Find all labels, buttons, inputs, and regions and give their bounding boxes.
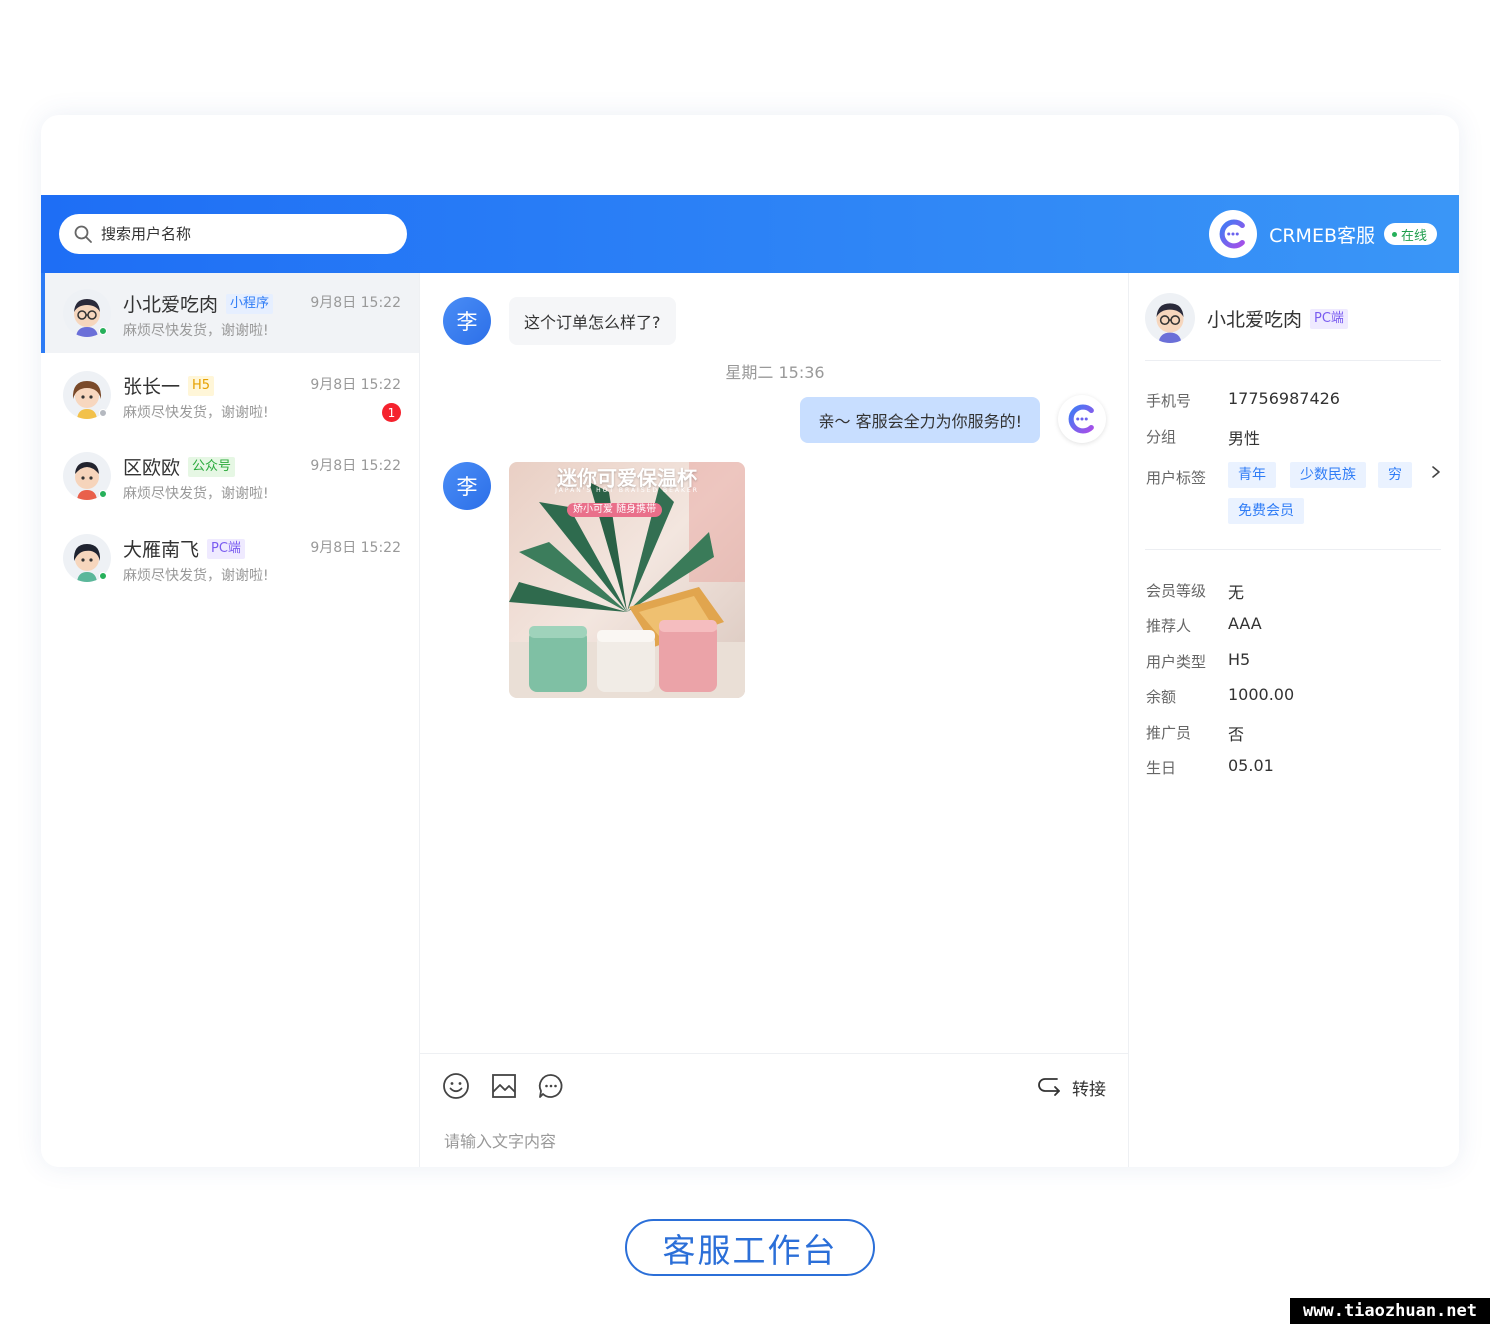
user-name: 区欧欧: [123, 457, 181, 479]
message-time: 9月8日 15:22: [310, 458, 401, 474]
balance-label: 余额: [1146, 688, 1177, 706]
crmeb-logo-icon: [1209, 210, 1258, 258]
chat-panel: 李 这个订单怎么样了? 星期二 15:36 亲～ 客服会全力为你服务的! 李 迷…: [419, 273, 1130, 1167]
image-tag: 娇小可爱 随身携带: [567, 503, 663, 517]
outgoing-message: 亲～ 客服会全力为你服务的!: [800, 397, 1040, 443]
message-time: 9月8日 15:22: [310, 377, 401, 393]
referrer-label: 推荐人: [1146, 617, 1192, 635]
workbench-window: CRMEB客服 在线 小北爱吃肉小程序 麻烦尽快发货，谢谢啦! 9月8日 15:…: [41, 115, 1459, 1167]
level-label: 会员等级: [1146, 582, 1207, 600]
birthday-value: 05.01: [1228, 756, 1274, 775]
profile-user-name: 小北爱吃肉: [1207, 309, 1303, 331]
emoji-icon[interactable]: [442, 1072, 470, 1100]
source-tag: 小程序: [226, 293, 274, 314]
conversation-name: 区欧欧 公众号: [123, 453, 236, 480]
message-composer: 转接: [420, 1053, 1130, 1167]
promoter-value: 否: [1228, 725, 1245, 744]
user-type-value: H5: [1228, 650, 1251, 669]
user-name: 小北爱吃肉: [123, 294, 219, 316]
level-value: 无: [1228, 583, 1245, 602]
user-tag[interactable]: 穷: [1378, 462, 1412, 488]
source-tag: PC端: [207, 538, 245, 559]
conversation-name: 大雁南飞 PC端: [123, 535, 245, 562]
brand-area: CRMEB客服 在线: [1209, 210, 1437, 258]
user-name: 大雁南飞: [123, 539, 200, 561]
user-tag[interactable]: 青年: [1228, 462, 1276, 488]
transfer-icon: [1038, 1078, 1060, 1096]
tags-label: 用户标签: [1146, 469, 1207, 487]
agent-logo-icon: [1058, 395, 1106, 443]
top-bar: CRMEB客服 在线: [41, 195, 1459, 273]
profile-source-tag: PC端: [1310, 308, 1348, 329]
user-tag[interactable]: 少数民族: [1290, 462, 1366, 488]
user-tag[interactable]: 免费会员: [1228, 498, 1304, 524]
search-icon: [74, 225, 92, 243]
balance-value: 1000.00: [1228, 685, 1295, 704]
conversation-name: 张长一 H5: [123, 372, 215, 399]
user-avatar: 李: [443, 462, 491, 510]
divider: [1145, 360, 1441, 361]
page-caption: 客服工作台: [625, 1219, 875, 1276]
conversation-name: 小北爱吃肉 小程序: [123, 290, 274, 317]
profile-avatar: [1145, 293, 1195, 343]
watermark: www.tiaozhuan.net: [1290, 1298, 1490, 1324]
last-message: 麻烦尽快发货，谢谢啦!: [123, 486, 269, 502]
image-subtitle: JAPAN'S HOT BRAISED BEAKER: [555, 487, 699, 494]
group-label: 分组: [1146, 428, 1177, 446]
promoter-label: 推广员: [1146, 724, 1192, 742]
chat-timestamp: 星期二 15:36: [725, 363, 825, 382]
last-message: 麻烦尽快发货，谢谢啦!: [123, 568, 269, 584]
profile-name: 小北爱吃肉 PC端: [1207, 305, 1348, 332]
birthday-label: 生日: [1146, 759, 1177, 777]
user-profile-panel: 小北爱吃肉 PC端 手机号 17756987426 分组 男性 用户标签 青年 少…: [1129, 273, 1459, 1167]
quick-reply-icon[interactable]: [537, 1072, 565, 1100]
image-icon[interactable]: [490, 1072, 518, 1100]
online-dot-icon: [99, 490, 107, 498]
source-tag: H5: [188, 375, 215, 396]
online-dot-icon: [99, 327, 107, 335]
incoming-message: 这个订单怎么样了?: [509, 297, 676, 345]
phone-value: 17756987426: [1228, 389, 1340, 408]
offline-dot-icon: [99, 409, 107, 417]
user-type-label: 用户类型: [1146, 653, 1207, 671]
product-photo: [509, 462, 745, 698]
image-message[interactable]: 迷你可爱保温杯 JAPAN'S HOT BRAISED BEAKER 娇小可爱 …: [509, 462, 745, 698]
source-tag: 公众号: [188, 456, 236, 477]
search-input[interactable]: [101, 225, 381, 243]
conversation-item[interactable]: 区欧欧 公众号 麻烦尽快发货，谢谢啦! 9月8日 15:22: [41, 436, 419, 516]
chevron-right-icon[interactable]: [1429, 465, 1443, 479]
message-time: 9月8日 15:22: [310, 295, 401, 311]
brand-name: CRMEB客服: [1269, 224, 1375, 247]
unread-badge: 1: [382, 403, 401, 422]
group-value: 男性: [1228, 429, 1261, 448]
transfer-label: 转接: [1072, 1079, 1106, 1100]
message-input[interactable]: [444, 1128, 1104, 1156]
status-label: 在线: [1400, 228, 1427, 244]
conversation-item[interactable]: 小北爱吃肉 小程序 麻烦尽快发货，谢谢啦! 9月8日 15:22: [41, 273, 419, 353]
user-name: 张长一: [123, 376, 181, 398]
referrer-value: AAA: [1228, 614, 1262, 633]
last-message: 麻烦尽快发货，谢谢啦!: [123, 323, 269, 339]
divider: [1145, 549, 1441, 550]
message-time: 9月8日 15:22: [310, 540, 401, 556]
last-message: 麻烦尽快发货，谢谢啦!: [123, 405, 269, 421]
online-status-badge[interactable]: 在线: [1383, 223, 1437, 245]
conversation-item[interactable]: 大雁南飞 PC端 麻烦尽快发货，谢谢啦! 9月8日 15:22: [41, 518, 419, 598]
conversation-item[interactable]: 张长一 H5 麻烦尽快发货，谢谢啦! 9月8日 15:22 1: [41, 355, 419, 435]
online-dot-icon: [1391, 231, 1397, 237]
conversation-list: 小北爱吃肉 小程序 麻烦尽快发货，谢谢啦! 9月8日 15:22 张长一 H5 麻烦…: [41, 273, 419, 1167]
search-box[interactable]: [59, 214, 407, 254]
online-dot-icon: [99, 572, 107, 580]
user-avatar: 李: [443, 297, 491, 345]
phone-label: 手机号: [1146, 392, 1192, 410]
transfer-button[interactable]: 转接: [1037, 1074, 1106, 1100]
